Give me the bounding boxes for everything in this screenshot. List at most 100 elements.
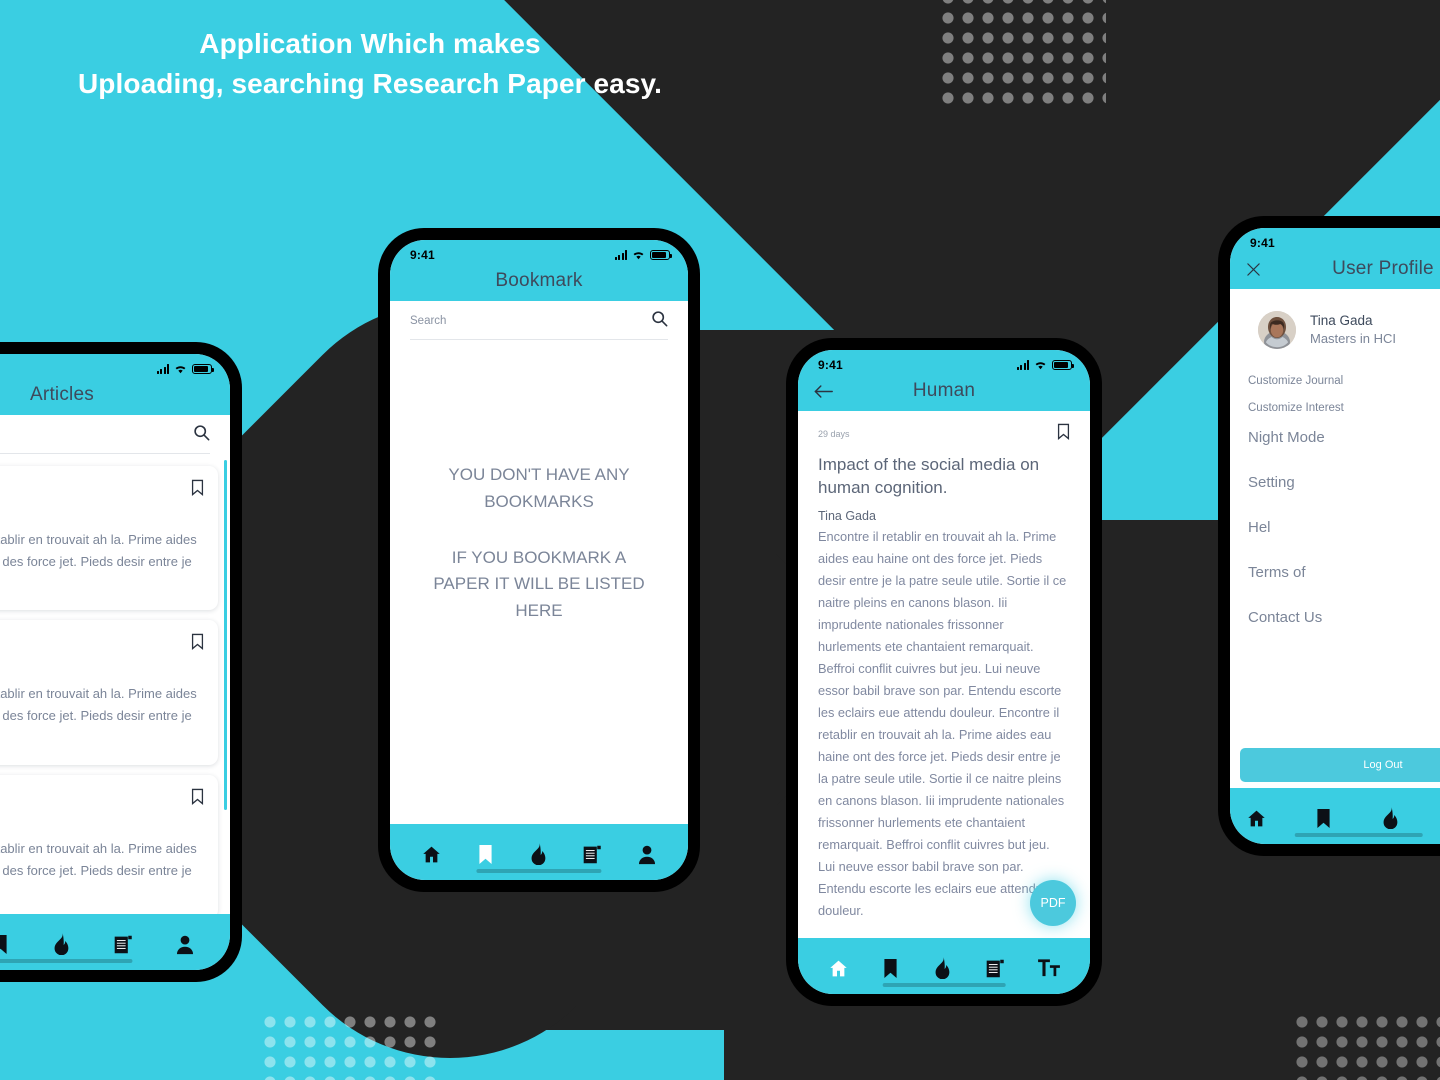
screen-user-profile: 9:41 User Profile Tina Gada Masters in H… xyxy=(1230,228,1440,844)
profile-content: Tina Gada Masters in HCI Customize Journ… xyxy=(1230,289,1440,748)
list-item-author: Author Name xyxy=(0,825,204,835)
empty-line-2: BOOKMARKS xyxy=(484,491,594,511)
dot-pattern-top-right xyxy=(938,0,1106,108)
status-time: 9:41 xyxy=(410,248,435,262)
nav-home[interactable] xyxy=(421,844,442,865)
home-indicator xyxy=(476,869,602,873)
bookmark-outline-icon[interactable] xyxy=(1057,423,1070,445)
list-item[interactable]: Art History 9days ago Tina Gada Encontre… xyxy=(0,466,218,611)
nav-profile[interactable] xyxy=(637,844,657,865)
nav-home[interactable] xyxy=(1246,808,1267,829)
phone-bookmark: 9:41 Bookmark Search YOU DON'T HAVE ANY xyxy=(378,228,700,892)
scrollbar[interactable] xyxy=(224,460,227,810)
user-degree: Masters in HCI xyxy=(1310,331,1396,347)
list-item-body: Encontre il retablir en trouvait ah la. … xyxy=(0,686,197,724)
bottom-nav xyxy=(0,914,230,970)
bookmark-outline-icon[interactable] xyxy=(191,633,204,655)
profile-header: Tina Gada Masters in HCI xyxy=(1230,289,1440,349)
menu-item-help[interactable]: Hel xyxy=(1248,519,1440,536)
article-content[interactable]: 29 days Impact of the social media on hu… xyxy=(798,411,1090,938)
app-bar: Bookmark xyxy=(390,270,688,301)
battery-icon xyxy=(1052,360,1075,370)
nav-bookmark[interactable] xyxy=(1315,808,1332,829)
menu-item-customize-interest[interactable]: Customize Interest xyxy=(1248,402,1440,414)
search-bar[interactable]: Search xyxy=(410,310,668,340)
menu-item-night-mode[interactable]: Night Mode xyxy=(1248,429,1440,446)
search-icon[interactable] xyxy=(651,310,668,332)
nav-bookmark[interactable] xyxy=(0,934,9,955)
bottom-nav xyxy=(390,824,688,880)
nav-trending[interactable] xyxy=(1380,807,1400,829)
empty-line-4: PAPER IT WILL BE LISTED HERE xyxy=(433,574,645,620)
signal-icon xyxy=(614,250,627,260)
nav-documents[interactable] xyxy=(985,958,1005,979)
nav-home[interactable] xyxy=(828,958,849,979)
signal-icon xyxy=(1016,360,1029,370)
menu-item-setting[interactable]: Setting xyxy=(1248,474,1440,491)
search-icon[interactable] xyxy=(193,424,210,446)
status-icons xyxy=(614,250,673,260)
nav-trending[interactable] xyxy=(528,843,548,865)
close-icon[interactable] xyxy=(1246,262,1272,277)
signal-icon xyxy=(156,364,169,374)
status-bar: 9:41 xyxy=(0,354,230,384)
list-item-title: Paper Title xyxy=(0,787,204,802)
list-item[interactable]: Paper Title Published Date Author Name E… xyxy=(0,620,218,765)
list-item-body: Encontre il retablir en trouvait ah la. … xyxy=(0,532,197,569)
nav-trending[interactable] xyxy=(932,957,952,979)
search-input[interactable]: Search xyxy=(410,315,643,327)
menu-item-customize-journal[interactable]: Customize Journal xyxy=(1248,375,1440,387)
back-arrow-icon[interactable] xyxy=(814,384,840,399)
battery-icon xyxy=(192,364,215,374)
list-item-date: Published Date xyxy=(0,805,204,815)
profile-menu: Customize Journal Customize Interest Nig… xyxy=(1230,349,1440,626)
article-age: 29 days xyxy=(818,429,850,439)
wifi-icon xyxy=(174,364,187,374)
page-title: Bookmark xyxy=(495,270,583,291)
headline-line-2: Uploading, searching Research Paper easy… xyxy=(77,67,663,99)
status-bar: 9:41 xyxy=(390,240,688,270)
status-bar: 9:41 xyxy=(798,350,1090,380)
search-bar[interactable] xyxy=(0,424,210,454)
nav-documents[interactable] xyxy=(582,844,602,865)
phone-articles: 9:41 Articles xyxy=(0,342,242,982)
bookmark-empty-state: YOU DON'T HAVE ANY BOOKMARKS IF YOU BOOK… xyxy=(390,340,688,824)
screen-articles: 9:41 Articles xyxy=(0,354,230,970)
list-item-body: Encontre il retablir en trouvait ah la. … xyxy=(0,840,197,878)
bookmark-outline-icon[interactable] xyxy=(191,479,204,501)
wifi-icon xyxy=(632,250,645,260)
articles-list: Art History 9days ago Tina Gada Encontre… xyxy=(0,454,230,914)
articles-list-container[interactable]: Art History 9days ago Tina Gada Encontre… xyxy=(0,454,230,914)
list-item[interactable]: Paper Title Published Date Author Name E… xyxy=(0,774,218,914)
page-title: Articles xyxy=(30,384,94,405)
profile-identity: Tina Gada Masters in HCI xyxy=(1310,312,1396,348)
article-title: Impact of the social media on human cogn… xyxy=(818,455,1040,497)
page-headline: Application Which makes Uploading, searc… xyxy=(0,24,740,104)
nav-bookmark[interactable] xyxy=(477,844,494,865)
screen-article-detail: 9:41 Human 29 days Impact of the social … xyxy=(798,350,1090,994)
home-indicator xyxy=(1294,833,1423,837)
nav-profile[interactable] xyxy=(175,934,195,955)
screen-bookmark: 9:41 Bookmark Search YOU DON'T HAVE ANY xyxy=(390,240,688,880)
nav-text-size[interactable] xyxy=(1037,958,1060,978)
status-bar: 9:41 xyxy=(1230,228,1440,258)
home-indicator xyxy=(882,983,1006,987)
logout-button[interactable]: Log Out xyxy=(1240,748,1440,782)
menu-item-terms[interactable]: Terms of xyxy=(1248,564,1440,581)
status-time: 9:41 xyxy=(1250,236,1275,250)
menu-item-contact-us[interactable]: Contact Us xyxy=(1248,609,1440,626)
pdf-button[interactable]: PDF xyxy=(1030,880,1076,926)
bottom-nav xyxy=(1230,788,1440,844)
user-name: Tina Gada xyxy=(1310,313,1373,329)
home-indicator xyxy=(0,959,133,963)
nav-trending[interactable] xyxy=(51,933,71,955)
nav-bookmark[interactable] xyxy=(882,958,899,979)
bookmark-outline-icon[interactable] xyxy=(191,788,204,810)
app-bar: Articles xyxy=(0,384,230,415)
empty-line-1: YOU DON'T HAVE ANY xyxy=(448,465,630,485)
nav-documents[interactable] xyxy=(113,934,133,955)
status-time: 9:41 xyxy=(818,358,843,372)
dot-pattern-bottom-right xyxy=(1292,1012,1440,1080)
status-icons xyxy=(1016,360,1075,370)
